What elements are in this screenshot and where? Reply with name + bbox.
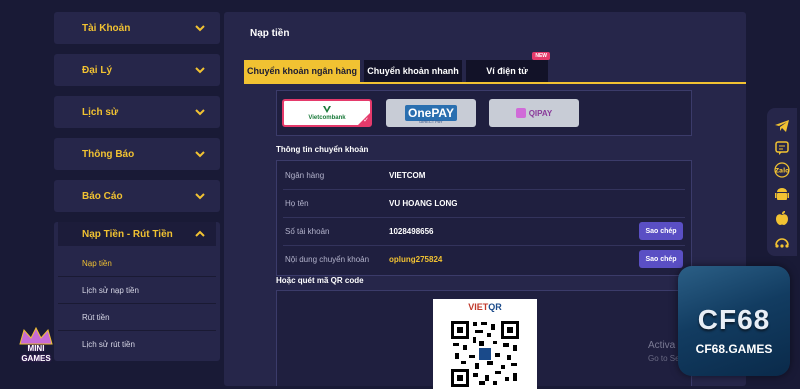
floating-contact-bar: Zalo	[767, 108, 797, 256]
sidebar-item-lich-su[interactable]: Lịch sử	[54, 96, 220, 128]
vietqr-logo-qr: QR	[488, 302, 502, 312]
qr-title: Hoặc quét mã QR code	[276, 276, 364, 285]
brand-name: CF68	[697, 304, 771, 335]
vietqr-logo: VIETQR	[433, 302, 537, 312]
android-icon[interactable]	[774, 186, 790, 202]
sidebar-subitem-lich-su-rut-tien[interactable]: Lịch sử rút tiền	[58, 331, 216, 357]
sidebar-subitem-nap-tien[interactable]: Nạp tiền	[58, 250, 216, 277]
mini-games-line-2: GAMES	[21, 354, 51, 363]
chevron-down-icon	[195, 109, 205, 116]
info-label: Ngân hàng	[285, 170, 325, 180]
chevron-down-icon	[195, 67, 205, 74]
brand-domain: CF68.GAMES	[695, 342, 773, 356]
bank-option-onepay[interactable]: OnePAY DIRECT PAY	[386, 99, 476, 127]
tab-fast-transfer[interactable]: Chuyển khoản nhanh	[364, 60, 462, 82]
bank-option-label: Vietcombank	[308, 114, 346, 121]
chevron-down-icon	[195, 151, 205, 158]
check-icon: ✓	[363, 117, 369, 124]
page-title: Nạp tiền	[250, 28, 290, 39]
sidebar-group-nap-rut: Nạp Tiền - Rút Tiền Nạp tiền Lịch sử nạp…	[54, 222, 220, 361]
sidebar-item-tai-khoan[interactable]: Tài Khoản	[54, 12, 220, 44]
info-label: Số tài khoản	[285, 226, 330, 236]
crown-icon	[19, 326, 53, 345]
copy-account-button[interactable]: Sao chép	[639, 222, 683, 240]
bank-option-label: QIPAY	[528, 108, 553, 118]
sidebar-item-label: Thông Báo	[82, 148, 135, 160]
chevron-down-icon	[195, 193, 205, 200]
sidebar-subitem-lich-su-nap-tien[interactable]: Lịch sử nạp tiền	[58, 277, 216, 304]
tab-label: Ví điện tử	[486, 66, 528, 76]
sidebar-item-label: Tài Khoản	[82, 22, 131, 34]
info-row: Số tài khoản 1028498656 Sao chép	[283, 217, 685, 246]
info-row: Nội dung chuyển khoản oplung275824 Sao c…	[283, 245, 685, 273]
sidebar-group-header[interactable]: Nạp Tiền - Rút Tiền	[58, 222, 216, 246]
info-row: Họ tên VU HOANG LONG	[283, 189, 685, 218]
svg-text:Zalo: Zalo	[775, 168, 790, 175]
transfer-info-title: Thông tin chuyển khoản	[276, 145, 369, 154]
sidebar: Tài Khoản Đại Lý Lịch sử Thông Báo Báo C…	[54, 12, 220, 361]
copy-content-button[interactable]: Sao chép	[639, 250, 683, 268]
chevron-down-icon	[195, 25, 205, 32]
qipay-logo-icon	[515, 108, 526, 118]
tab-e-wallet[interactable]: Ví điện tử NEW	[466, 52, 550, 82]
tab-bank-transfer[interactable]: Chuyển khoản ngân hàng	[244, 60, 360, 82]
mini-games-button[interactable]: MINI GAMES	[10, 326, 62, 368]
sidebar-item-thong-bao[interactable]: Thông Báo	[54, 138, 220, 170]
sidebar-item-dai-ly[interactable]: Đại Lý	[54, 54, 220, 86]
main-panel: Nạp tiền Chuyển khoản ngân hàng Chuyển k…	[224, 12, 746, 389]
deposit-tabs: Chuyển khoản ngân hàng Chuyển khoản nhan…	[244, 52, 746, 84]
vietcombank-logo-icon	[323, 106, 331, 113]
sidebar-item-bao-cao[interactable]: Báo Cáo	[54, 180, 220, 212]
sidebar-item-label: Đại Lý	[82, 64, 113, 76]
info-label: Nội dung chuyển khoản	[285, 254, 370, 264]
new-badge: NEW	[532, 52, 550, 60]
bank-selector: Vietcombank ✓ OnePAY DIRECT PAY QIPAY	[276, 90, 692, 136]
watermark-line-1: Activa	[648, 340, 676, 351]
sidebar-item-label: Báo Cáo	[82, 190, 123, 202]
bank-option-vietcombank[interactable]: Vietcombank ✓	[282, 99, 372, 127]
brand-logo[interactable]: CF68 CF68.GAMES	[678, 266, 790, 376]
zalo-icon[interactable]: Zalo	[774, 162, 790, 178]
apple-icon[interactable]	[774, 210, 790, 226]
sidebar-group-label: Nạp Tiền - Rút Tiền	[82, 228, 173, 240]
sidebar-item-label: Lịch sử	[82, 106, 119, 118]
qr-code-image	[449, 319, 521, 389]
mini-games-line-1: MINI	[27, 344, 45, 353]
transfer-content-value: oplung275824	[389, 254, 443, 264]
qr-panel: VIETQR	[276, 290, 692, 389]
chat-icon[interactable]	[774, 140, 790, 156]
vietqr-logo-viet: VIET	[468, 302, 489, 312]
info-value: VIETCOM	[389, 170, 426, 180]
info-value: VU HOANG LONG	[389, 198, 458, 208]
info-row: Ngân hàng VIETCOM	[283, 161, 685, 190]
telegram-icon[interactable]	[774, 118, 790, 134]
chevron-up-icon	[195, 230, 205, 237]
bank-option-sublabel: DIRECT PAY	[419, 119, 443, 124]
transfer-info-table: Ngân hàng VIETCOM Họ tên VU HOANG LONG S…	[276, 160, 692, 276]
account-number-value: 1028498656	[389, 226, 434, 236]
watermark-line-2: Go to Se	[648, 354, 680, 363]
bank-option-qipay[interactable]: QIPAY	[489, 99, 579, 127]
sidebar-subitem-rut-tien[interactable]: Rút tiền	[58, 304, 216, 331]
info-label: Họ tên	[285, 198, 309, 208]
qr-card: VIETQR	[433, 299, 537, 389]
support-icon[interactable]	[774, 234, 790, 250]
